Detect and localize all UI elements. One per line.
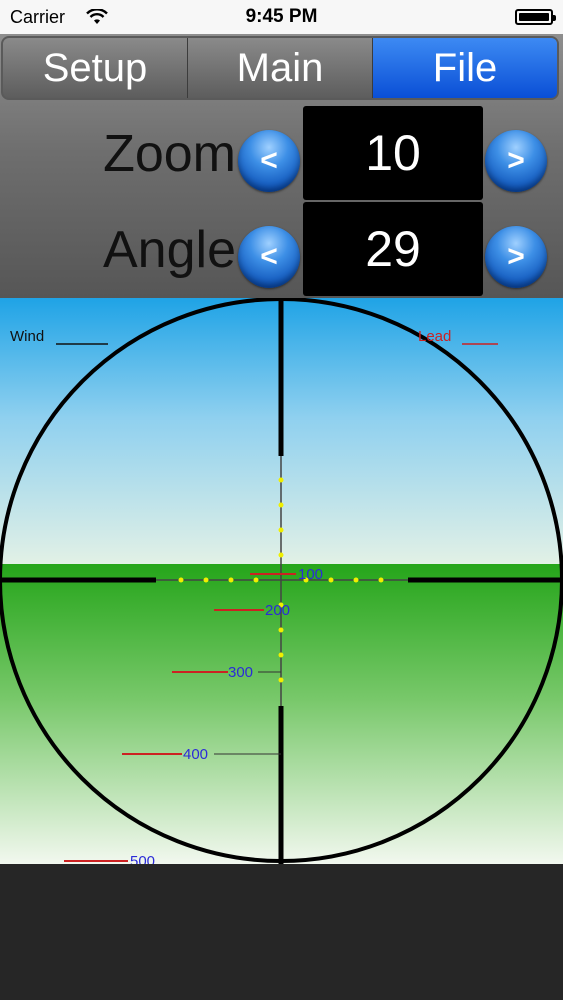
angle-value: 29 (303, 202, 483, 296)
status-time: 9:45 PM (245, 6, 318, 27)
zoom-value: 10 (303, 106, 483, 200)
wind-label: Wind (10, 328, 44, 345)
lead-label: Lead (418, 328, 451, 345)
angle-increase-button[interactable]: > (485, 226, 547, 288)
angle-label: Angle (103, 221, 236, 279)
zoom-label: Zoom (103, 125, 236, 183)
range-500-label: 500 (130, 853, 155, 864)
controls-panel: Setup Main File Zoom < 10 > Angle < 29 > (0, 34, 563, 298)
tab-setup[interactable]: Setup (3, 38, 188, 98)
range-400-label: 400 (183, 746, 208, 763)
reticle-canvas: Wind Lead 100 200 300 400 500 (0, 298, 563, 864)
zoom-increase-button[interactable]: > (485, 130, 547, 192)
range-300-label: 300 (228, 664, 253, 681)
scope-view: Wind Lead 100 200 300 400 500 (0, 298, 563, 864)
range-100-label: 100 (298, 566, 323, 583)
angle-row: Angle < 29 > (0, 202, 563, 296)
zoom-row: Zoom < 10 > (0, 106, 563, 200)
zoom-decrease-button[interactable]: < (238, 130, 300, 192)
status-bar: Carrier 9:45 PM (0, 0, 563, 34)
tab-main[interactable]: Main (188, 38, 373, 98)
bottom-bar (0, 864, 563, 1000)
angle-decrease-button[interactable]: < (238, 226, 300, 288)
range-200-label: 200 (265, 602, 290, 619)
mode-segmented-control: Setup Main File (1, 36, 559, 100)
battery-icon (515, 9, 556, 25)
tab-file[interactable]: File (373, 38, 557, 98)
